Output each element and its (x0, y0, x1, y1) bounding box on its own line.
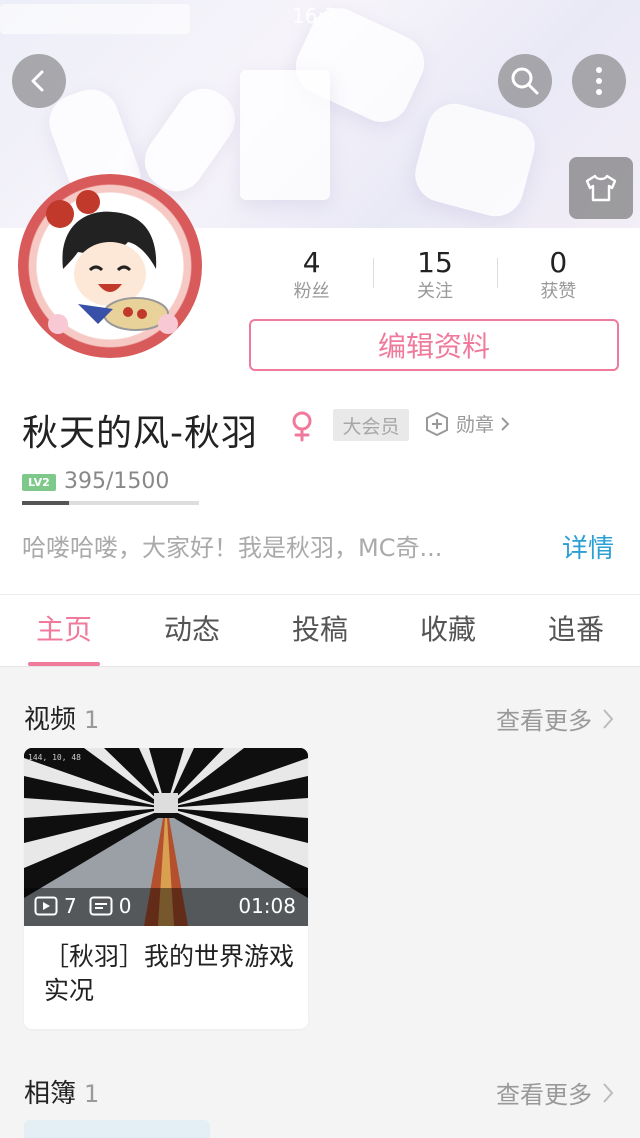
video-stats: 7 0 (34, 894, 131, 918)
danmaku-icon (89, 896, 113, 916)
tshirt-icon (585, 174, 617, 202)
medal-label: 勋章 (456, 414, 495, 436)
stat-following[interactable]: 15 关注 (373, 246, 496, 308)
album-card-preview[interactable] (24, 1120, 210, 1138)
stat-value: 0 (549, 246, 568, 279)
tab-dynamics[interactable]: 动态 (128, 595, 256, 666)
more-vertical-icon (596, 67, 602, 95)
video-card[interactable]: 144, 10, 48 7 0 01:08 ［秋羽］我的世界游戏实况 (24, 748, 308, 1029)
exp-bar-fill (22, 501, 69, 505)
chevron-right-icon (603, 1082, 614, 1103)
tab-bangumi[interactable]: 追番 (512, 595, 640, 666)
banner-decoration (408, 97, 542, 223)
tab-home[interactable]: 主页 (0, 595, 128, 666)
stats-row: 4 粉丝 15 关注 0 获赞 (250, 246, 620, 308)
videos-section-title: 视频 1 (24, 699, 99, 736)
status-bar-left (0, 4, 190, 34)
vip-badge[interactable]: 大会员 (333, 409, 409, 441)
album-see-more[interactable]: 查看更多 (496, 1075, 614, 1110)
search-icon (511, 67, 539, 95)
stat-value: 15 (417, 246, 453, 279)
stat-value: 4 (302, 246, 321, 279)
level-badge: LV2 (22, 474, 56, 491)
exp-text: 395/1500 (64, 469, 170, 494)
avatar-illustration (46, 190, 178, 334)
section-count: 1 (84, 1080, 100, 1108)
chevron-right-icon (501, 416, 510, 431)
medal-link[interactable]: 勋章 (424, 410, 510, 437)
female-icon (288, 410, 316, 446)
back-button[interactable] (12, 54, 66, 108)
see-more-label: 查看更多 (496, 707, 592, 735)
tab-submissions[interactable]: 投稿 (256, 595, 384, 666)
bio-text: 哈喽哈喽，大家好！我是秋羽，MC奇... (22, 534, 443, 562)
album-section-title: 相簿 1 (24, 1073, 99, 1110)
see-more-label: 查看更多 (496, 1081, 592, 1109)
status-time: 16:3 (292, 4, 337, 28)
more-button[interactable] (572, 54, 626, 108)
search-button[interactable] (498, 54, 552, 108)
stat-label: 关注 (416, 281, 453, 302)
change-skin-button[interactable] (569, 157, 633, 219)
section-title-text: 视频 (24, 705, 77, 735)
video-title: ［秋羽］我的世界游戏实况 (44, 942, 295, 1005)
danmaku-count: 0 (118, 894, 132, 918)
avatar[interactable] (18, 174, 202, 358)
stat-fans[interactable]: 4 粉丝 (250, 246, 373, 308)
video-thumbnail: 144, 10, 48 7 0 01:08 (24, 748, 308, 926)
section-count: 1 (84, 706, 100, 734)
banner-decoration (240, 70, 330, 200)
username: 秋天的风-秋羽 (22, 413, 258, 454)
section-title-text: 相簿 (24, 1079, 77, 1109)
chevron-left-icon (31, 70, 44, 92)
profile-tabs: 主页 动态 投稿 收藏 追番 (0, 594, 640, 667)
stat-label: 粉丝 (293, 281, 330, 302)
play-count-icon (34, 896, 58, 916)
edit-profile-button[interactable]: 编辑资料 (249, 319, 619, 371)
videos-see-more[interactable]: 查看更多 (496, 701, 614, 736)
thumbnail-coords: 144, 10, 48 (28, 753, 81, 762)
tab-favorites[interactable]: 收藏 (384, 595, 512, 666)
medal-icon (426, 411, 448, 436)
video-duration: 01:08 (238, 894, 296, 918)
stat-likes[interactable]: 0 获赞 (496, 246, 620, 308)
play-count: 7 (64, 894, 77, 918)
bio-detail-link[interactable]: 详情 (562, 528, 614, 565)
chevron-right-icon (603, 708, 614, 729)
stat-label: 获赞 (540, 281, 577, 302)
